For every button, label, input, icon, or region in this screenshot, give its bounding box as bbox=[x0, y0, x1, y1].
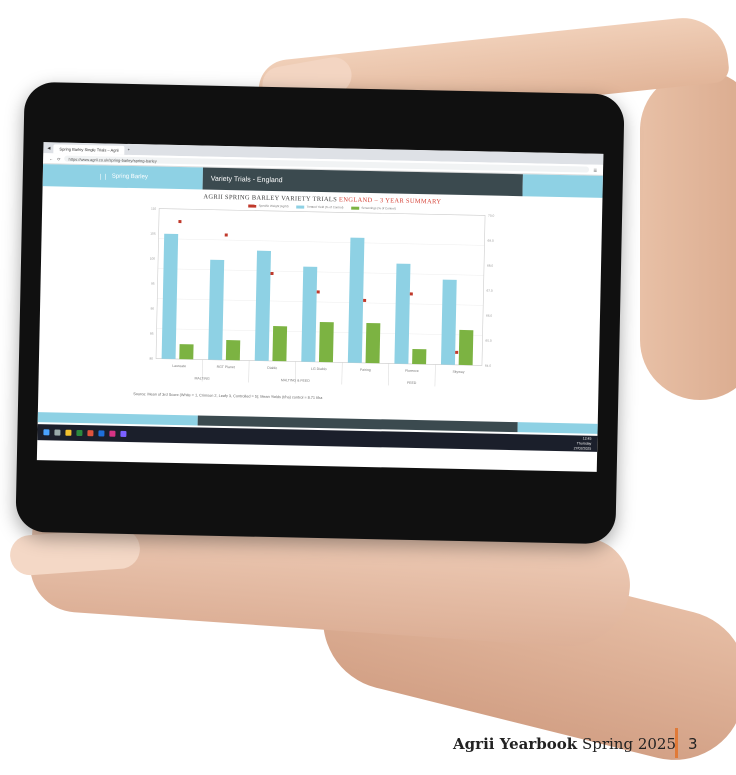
chart-title-region: ENGLAND bbox=[339, 196, 373, 204]
barley-icon: ❘❘ bbox=[98, 173, 108, 180]
url-text: https://www.agrii.co.uk/spring-barley/sp… bbox=[68, 156, 156, 163]
section-label: Spring Barley bbox=[112, 174, 148, 181]
footer-edition: Spring 2025 bbox=[582, 735, 676, 753]
browser-tab[interactable]: Spring Barley Single Trials – Agrii bbox=[53, 144, 124, 154]
x-tick-label: LG Diablo bbox=[311, 367, 327, 371]
bar-treated-yield bbox=[394, 264, 410, 364]
yearbook-footer: Agrii Yearbook Spring 2025 bbox=[453, 735, 676, 753]
footer-brand: Agrii Yearbook bbox=[453, 735, 577, 753]
browser-back-icon[interactable]: ◀ bbox=[47, 145, 50, 150]
edge-icon[interactable] bbox=[98, 430, 104, 436]
chart-title-suffix: – 3 YEAR SUMMARY bbox=[374, 197, 441, 205]
marker-specific-weight bbox=[363, 299, 366, 302]
bar-treated-yield bbox=[301, 267, 317, 362]
file-explorer-icon[interactable] bbox=[65, 430, 71, 436]
y2-tick-label: 68.0 bbox=[487, 264, 494, 268]
y2-tick-label: 70.0 bbox=[488, 214, 495, 218]
marker-specific-weight bbox=[455, 351, 458, 354]
x-tick-label: Skyway bbox=[452, 370, 464, 374]
new-tab-icon[interactable]: + bbox=[128, 147, 130, 152]
bar-screenings bbox=[179, 344, 193, 359]
powerpoint-icon[interactable] bbox=[87, 430, 93, 436]
marker-specific-weight bbox=[410, 292, 413, 295]
right-wrist bbox=[640, 70, 736, 400]
bar-treated-yield bbox=[441, 280, 457, 365]
system-clock[interactable]: 12:45 Thursday 27/02/2025 bbox=[574, 436, 592, 451]
x-tick-label: Florence bbox=[405, 369, 419, 373]
group-label: MALTING & FEED bbox=[281, 378, 310, 383]
y2-tick-label: 66.0 bbox=[486, 314, 493, 318]
header-right-panel bbox=[522, 174, 602, 198]
y-tick-label: 80 bbox=[149, 357, 153, 361]
chart-title-prefix: AGRII SPRING BARLEY VARIETY TRIALS bbox=[203, 194, 337, 204]
section-nav[interactable]: ❘❘ Spring Barley bbox=[43, 164, 203, 189]
page-title: Variety Trials - England bbox=[211, 175, 283, 184]
grid-line bbox=[157, 299, 483, 306]
y2-tick-label: 64.0 bbox=[485, 364, 492, 368]
teams-icon[interactable] bbox=[120, 431, 126, 437]
browser-tab-title: Spring Barley Single Trials – Agrii bbox=[59, 147, 118, 153]
y-tick-label: 90 bbox=[150, 307, 154, 311]
tablet-device: ◀ Spring Barley Single Trials – Agrii + … bbox=[15, 82, 624, 544]
footer-separator bbox=[675, 728, 678, 758]
y-tick-label: 100 bbox=[150, 257, 156, 261]
bar-screenings bbox=[412, 349, 426, 364]
bar-treated-yield bbox=[348, 238, 365, 363]
bar-treated-yield bbox=[255, 251, 271, 361]
bar-screenings bbox=[366, 323, 381, 363]
bar-screenings bbox=[319, 322, 334, 362]
marker-specific-weight bbox=[178, 220, 181, 223]
chart-area: Laureate RGT Planet Diablo LG Diablo Fairing… bbox=[133, 204, 507, 402]
marker-specific-weight bbox=[317, 290, 320, 293]
app-icon[interactable] bbox=[109, 431, 115, 437]
y2-tick-label: 69.0 bbox=[488, 239, 495, 243]
grid-line bbox=[158, 269, 484, 276]
extensions-icon[interactable]: ☰ bbox=[593, 167, 597, 172]
group-label: FEED bbox=[407, 381, 417, 385]
y-tick-label: 85 bbox=[150, 332, 154, 336]
marker-specific-weight bbox=[225, 233, 228, 236]
y-tick-label: 95 bbox=[151, 282, 155, 286]
bar-treated-yield bbox=[162, 234, 179, 359]
clock-date: 27/02/2025 bbox=[574, 446, 592, 451]
start-icon[interactable] bbox=[43, 429, 49, 435]
bar-screenings bbox=[272, 326, 287, 361]
marker-specific-weight bbox=[270, 272, 273, 275]
group-label: MALTING bbox=[194, 376, 210, 380]
bar-treated-yield bbox=[208, 260, 224, 360]
y-tick-label: 110 bbox=[151, 207, 156, 211]
back-icon[interactable]: ← bbox=[49, 156, 53, 161]
excel-icon[interactable] bbox=[76, 430, 82, 436]
y2-tick-label: 65.0 bbox=[485, 339, 492, 343]
x-tick-label: Laureate bbox=[172, 364, 186, 368]
y2-tick-label: 67.0 bbox=[486, 289, 493, 293]
x-tick-label: RGT Planet bbox=[217, 365, 235, 369]
grid-line bbox=[159, 239, 485, 246]
page-number: 3 bbox=[688, 735, 698, 753]
bar-chart: Laureate RGT Planet Diablo LG Diablo Fairing… bbox=[133, 204, 507, 402]
x-tick-label: Diablo bbox=[267, 366, 277, 370]
bar-screenings bbox=[226, 340, 240, 360]
y-tick-label: 105 bbox=[150, 232, 156, 236]
bar-screenings bbox=[459, 330, 474, 365]
search-icon[interactable] bbox=[54, 429, 60, 435]
reload-icon[interactable]: ⟳ bbox=[57, 156, 60, 161]
x-tick-label: Fairing bbox=[360, 368, 371, 372]
tablet-screen: ◀ Spring Barley Single Trials – Agrii + … bbox=[37, 142, 604, 472]
